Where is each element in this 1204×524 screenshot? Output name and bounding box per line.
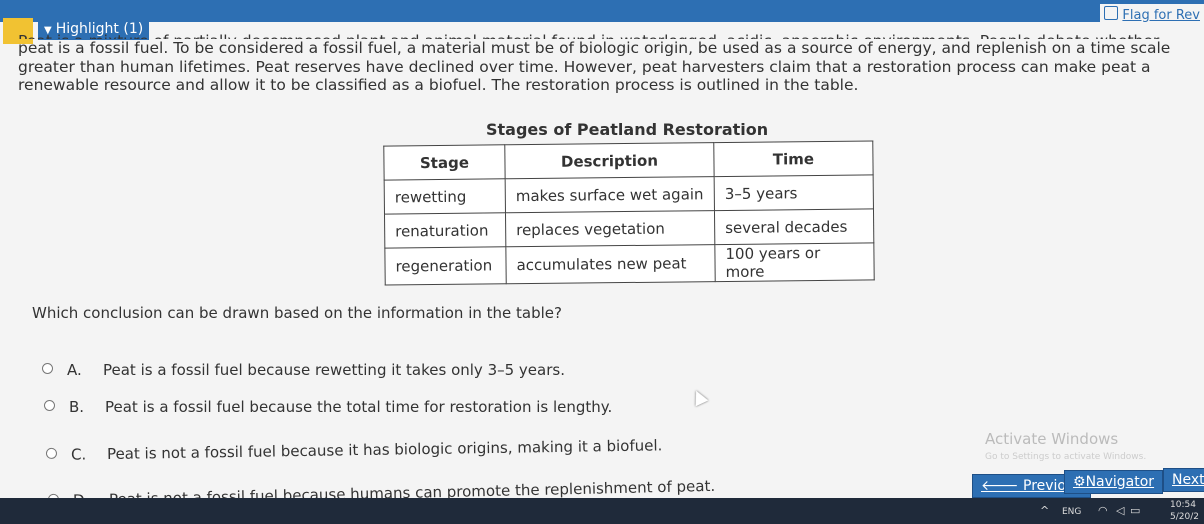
top-bar bbox=[0, 0, 1204, 22]
volume-icon[interactable]: ◁ bbox=[1116, 504, 1124, 517]
answer-option-b[interactable]: B. Peat is a fossil fuel because the tota… bbox=[44, 398, 612, 416]
option-letter: B. bbox=[69, 398, 85, 416]
option-text: Peat is a fossil fuel because rewetting … bbox=[103, 361, 565, 379]
table-row: rewetting makes surface wet again 3–5 ye… bbox=[384, 174, 874, 215]
column-header-time: Time bbox=[713, 140, 874, 177]
chevron-up-icon[interactable]: ^ bbox=[1040, 504, 1049, 517]
next-label: Next bbox=[1172, 472, 1204, 488]
table-cell: 3–5 years bbox=[714, 174, 874, 211]
column-header-stage: Stage bbox=[383, 144, 506, 181]
passage-line: Peat is a mixture of partially decompose… bbox=[18, 32, 1198, 39]
table-cell: makes surface wet again bbox=[505, 176, 715, 213]
table-cell: renaturation bbox=[384, 212, 506, 249]
option-letter: A. bbox=[67, 361, 82, 379]
language-indicator[interactable]: ENG bbox=[1062, 507, 1081, 517]
windows-taskbar: ^ ENG ◠ ◁ ▭ 10:54 5/20/2 bbox=[0, 498, 1204, 524]
gear-icon: ⚙ bbox=[1073, 474, 1086, 490]
flag-for-review-button[interactable]: Flag for Rev bbox=[1100, 4, 1204, 25]
flag-label: Flag for Rev bbox=[1122, 8, 1200, 23]
option-text: Peat is not a fossil fuel because it has… bbox=[106, 436, 663, 464]
table-title: Stages of Peatland Restoration bbox=[486, 120, 769, 139]
activate-windows-subtext: Go to Settings to activate Windows. bbox=[985, 452, 1147, 462]
arrow-left-icon: 🡐 bbox=[981, 478, 1023, 494]
restoration-table: Stage Description Time rewetting makes s… bbox=[383, 140, 875, 286]
mouse-cursor-icon bbox=[689, 387, 709, 407]
clock-date[interactable]: 5/20/2 bbox=[1170, 512, 1199, 522]
radio-button[interactable] bbox=[45, 447, 58, 459]
table-cell: accumulates new peat bbox=[505, 244, 716, 284]
table-cell: replaces vegetation bbox=[505, 210, 715, 247]
navigator-label: Navigator bbox=[1085, 474, 1155, 490]
activate-windows-watermark: Activate Windows bbox=[985, 430, 1119, 448]
answer-option-c[interactable]: C. Peat is not a fossil fuel because it h… bbox=[45, 436, 663, 464]
passage-line: greater than human lifetimes. Peat reser… bbox=[18, 57, 1151, 76]
table-header-row: Stage Description Time bbox=[383, 140, 874, 181]
wifi-icon[interactable]: ◠ bbox=[1098, 504, 1108, 517]
passage-line: peat is a fossil fuel. To be considered … bbox=[18, 39, 1171, 57]
option-letter: C. bbox=[70, 445, 87, 464]
next-button[interactable]: Next bbox=[1163, 468, 1204, 492]
clock-time[interactable]: 10:54 bbox=[1170, 500, 1196, 510]
column-header-description: Description bbox=[504, 142, 715, 179]
table-row: regeneration accumulates new peat 100 ye… bbox=[384, 242, 875, 286]
battery-icon[interactable]: ▭ bbox=[1130, 504, 1140, 517]
table-cell: 100 years or more bbox=[714, 242, 875, 282]
answer-option-a[interactable]: A. Peat is a fossil fuel because rewettin… bbox=[42, 361, 565, 379]
table-row: renaturation replaces vegetation several… bbox=[384, 208, 874, 249]
passage-line: renewable resource and allow it to be cl… bbox=[18, 76, 859, 94]
radio-button[interactable] bbox=[44, 400, 55, 411]
navigator-button[interactable]: ⚙Navigator bbox=[1064, 470, 1164, 494]
table-cell: rewetting bbox=[384, 178, 506, 215]
passage: Peat is a mixture of partially decompose… bbox=[18, 32, 1198, 95]
radio-button[interactable] bbox=[42, 363, 53, 374]
question-text: Which conclusion can be drawn based on t… bbox=[32, 304, 562, 322]
option-text: Peat is a fossil fuel because the total … bbox=[105, 398, 613, 416]
table-cell: regeneration bbox=[384, 246, 507, 286]
table-cell: several decades bbox=[714, 208, 874, 245]
flag-icon bbox=[1104, 6, 1119, 20]
